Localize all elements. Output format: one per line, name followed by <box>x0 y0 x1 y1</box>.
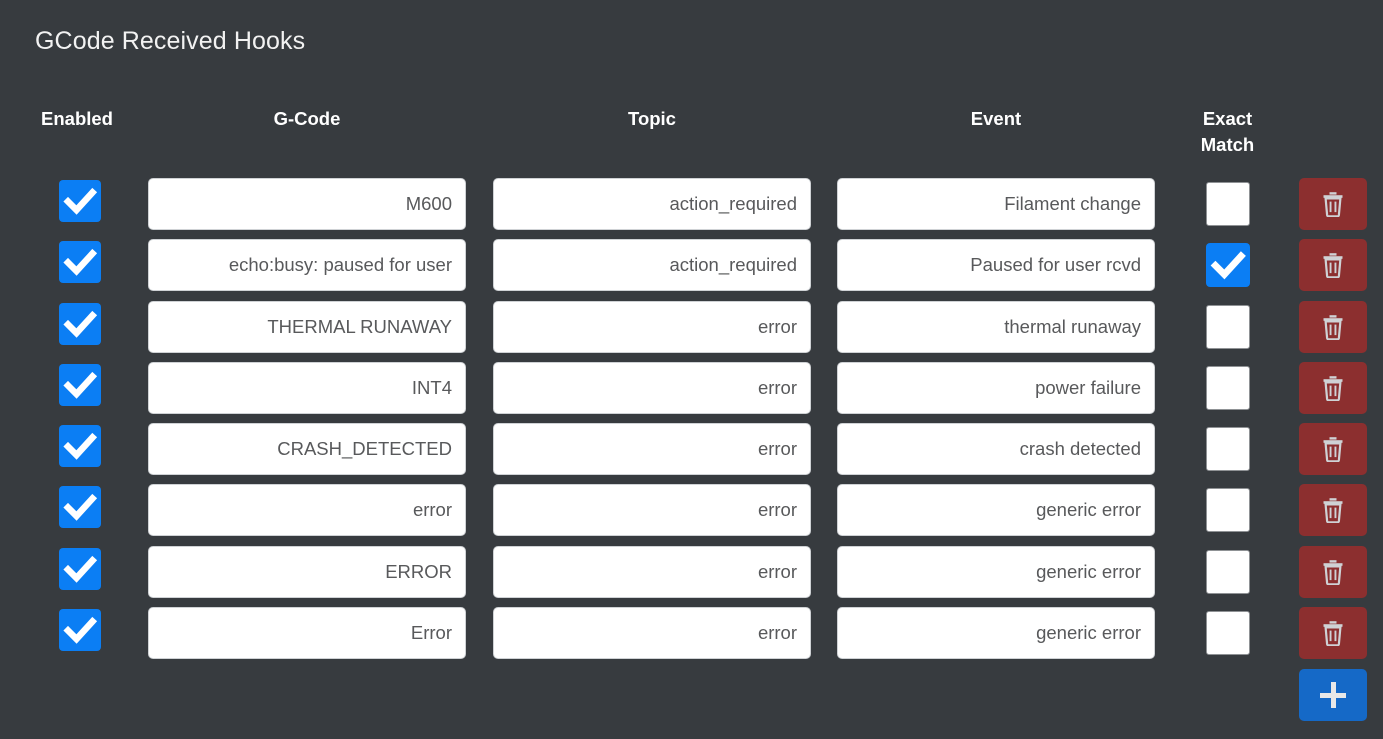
event-input[interactable] <box>837 300 1155 353</box>
gcode-input[interactable] <box>148 300 466 353</box>
trash-icon <box>1321 252 1345 279</box>
column-header-topic: Topic <box>628 108 676 129</box>
gcode-input[interactable] <box>148 239 466 292</box>
gcode-input[interactable] <box>148 361 466 414</box>
column-header-gcode: G-Code <box>273 108 341 129</box>
trash-icon <box>1321 314 1345 340</box>
enabled-checkbox[interactable] <box>59 363 101 406</box>
delete-hook-button[interactable] <box>1299 607 1367 660</box>
event-input[interactable] <box>837 178 1155 230</box>
trash-icon <box>1321 375 1345 401</box>
gcode-hooks-page: GCode Received Hooks Enabled G-Code Topi… <box>0 0 1383 739</box>
table-row <box>0 423 1383 484</box>
topic-input[interactable] <box>493 545 811 598</box>
enabled-checkbox[interactable] <box>59 486 101 529</box>
trash-icon <box>1321 620 1345 647</box>
exact-match-checkbox[interactable] <box>1206 243 1250 288</box>
enabled-checkbox[interactable] <box>59 547 101 590</box>
enabled-checkbox[interactable] <box>59 609 101 652</box>
topic-input[interactable] <box>493 484 811 537</box>
event-input[interactable] <box>837 607 1155 660</box>
exact-match-checkbox[interactable] <box>1206 182 1250 226</box>
event-input[interactable] <box>837 239 1155 292</box>
gcode-input[interactable] <box>148 423 466 476</box>
exact-match-checkbox[interactable] <box>1206 304 1250 349</box>
exact-match-checkbox[interactable] <box>1206 611 1250 656</box>
topic-input[interactable] <box>493 423 811 476</box>
table-row <box>0 300 1383 362</box>
topic-input[interactable] <box>493 178 811 230</box>
delete-hook-button[interactable] <box>1299 484 1367 537</box>
add-hook-button[interactable] <box>1299 669 1367 721</box>
table-row <box>0 607 1383 668</box>
delete-hook-button[interactable] <box>1299 545 1367 598</box>
trash-icon <box>1321 191 1345 217</box>
enabled-checkbox[interactable] <box>59 302 101 345</box>
table-row <box>0 545 1383 607</box>
gcode-input[interactable] <box>148 607 466 660</box>
gcode-input[interactable] <box>148 484 466 537</box>
event-input[interactable] <box>837 484 1155 537</box>
exact-match-checkbox[interactable] <box>1206 427 1250 472</box>
event-input[interactable] <box>837 545 1155 598</box>
column-header-exact-match: Exact Match <box>1177 106 1278 158</box>
delete-hook-button[interactable] <box>1299 178 1367 230</box>
column-header-exact-match-line1: Exact <box>1202 108 1253 129</box>
table-row <box>0 484 1383 545</box>
exact-match-checkbox[interactable] <box>1206 488 1250 533</box>
table-header-row: Enabled G-Code Topic Event Exact Match <box>0 103 1383 165</box>
delete-hook-button[interactable] <box>1299 300 1367 353</box>
topic-input[interactable] <box>493 607 811 660</box>
column-header-event: Event <box>970 108 1022 129</box>
topic-input[interactable] <box>493 239 811 292</box>
trash-icon <box>1321 436 1345 463</box>
exact-match-checkbox[interactable] <box>1206 549 1250 594</box>
event-input[interactable] <box>837 361 1155 414</box>
enabled-checkbox[interactable] <box>59 241 101 284</box>
gcode-input[interactable] <box>148 178 466 230</box>
page-title: GCode Received Hooks <box>35 27 306 55</box>
table-row <box>0 239 1383 300</box>
event-input[interactable] <box>837 423 1155 476</box>
topic-input[interactable] <box>493 361 811 414</box>
column-header-enabled: Enabled <box>41 108 113 129</box>
table-row <box>0 178 1383 239</box>
exact-match-checkbox[interactable] <box>1206 365 1250 410</box>
enabled-checkbox[interactable] <box>59 425 101 468</box>
trash-icon <box>1321 559 1345 585</box>
gcode-input[interactable] <box>148 545 466 598</box>
plus-icon-vertical <box>1330 682 1336 708</box>
topic-input[interactable] <box>493 300 811 353</box>
hooks-table-body <box>0 178 1383 668</box>
column-header-exact-match-line2: Match <box>1200 134 1255 155</box>
enabled-checkbox[interactable] <box>59 180 101 222</box>
trash-icon <box>1321 497 1345 524</box>
delete-hook-button[interactable] <box>1299 423 1367 476</box>
table-row <box>0 361 1383 423</box>
delete-hook-button[interactable] <box>1299 239 1367 292</box>
delete-hook-button[interactable] <box>1299 361 1367 414</box>
